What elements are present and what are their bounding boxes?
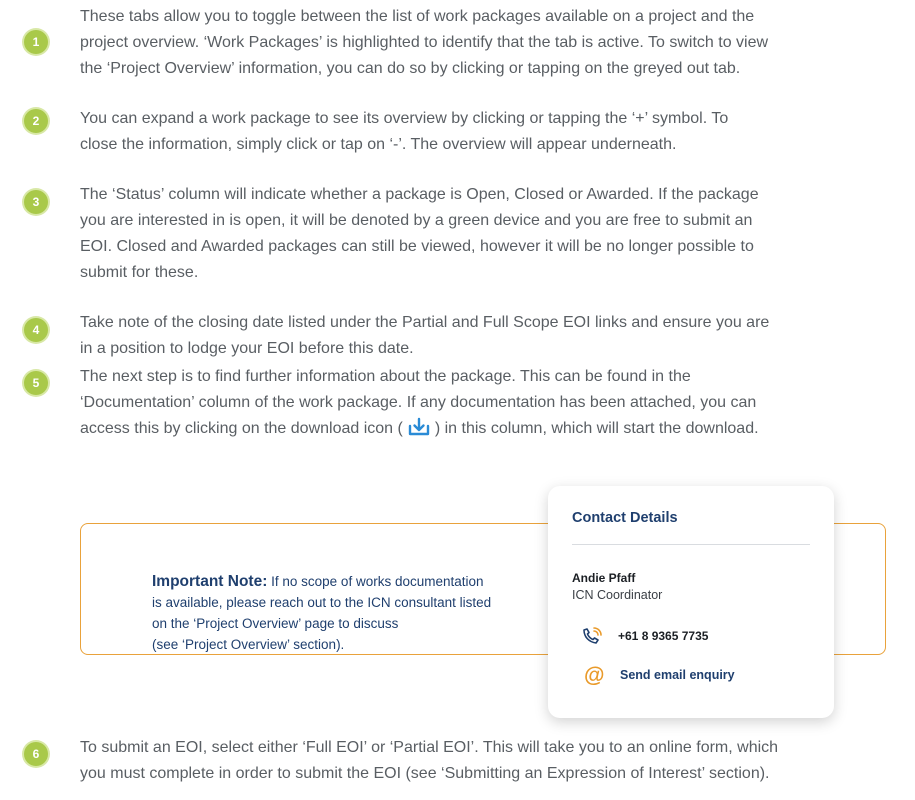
important-note-lead: Important Note: <box>152 573 268 590</box>
step-text: The next step is to find further informa… <box>80 364 900 446</box>
download-icon <box>407 417 431 446</box>
contact-name: Andie Pfaff <box>572 571 636 585</box>
step-text: The ‘Status’ column will indicate whethe… <box>80 186 759 281</box>
step-badge: 5 <box>24 371 48 395</box>
step-badge: 3 <box>24 190 48 214</box>
step-badge: 4 <box>24 318 48 342</box>
step-badge: 6 <box>24 742 48 766</box>
contact-card: Contact Details Andie Pfaff ICN Coordina… <box>548 486 834 718</box>
step-text: You can expand a work package to see its… <box>80 110 729 153</box>
important-note-text: Important Note: If no scope of works doc… <box>152 571 492 655</box>
step-badge: 2 <box>24 109 48 133</box>
send-email-link[interactable]: Send email enquiry <box>620 668 735 682</box>
phone-icon <box>580 625 604 652</box>
step-text-part: ) in this column, which will start the d… <box>434 420 759 437</box>
contact-role: ICN Coordinator <box>572 588 663 602</box>
step-badge: 1 <box>24 30 48 54</box>
step-text: Take note of the closing date listed und… <box>80 314 770 357</box>
at-icon: @ <box>584 664 605 687</box>
contact-phone[interactable]: +61 8 9365 7735 <box>618 629 708 643</box>
contact-title: Contact Details <box>572 510 678 526</box>
step-text: To submit an EOI, select either ‘Full EO… <box>80 739 779 782</box>
step-text: These tabs allow you to toggle between t… <box>80 8 769 77</box>
contact-divider <box>572 544 810 545</box>
